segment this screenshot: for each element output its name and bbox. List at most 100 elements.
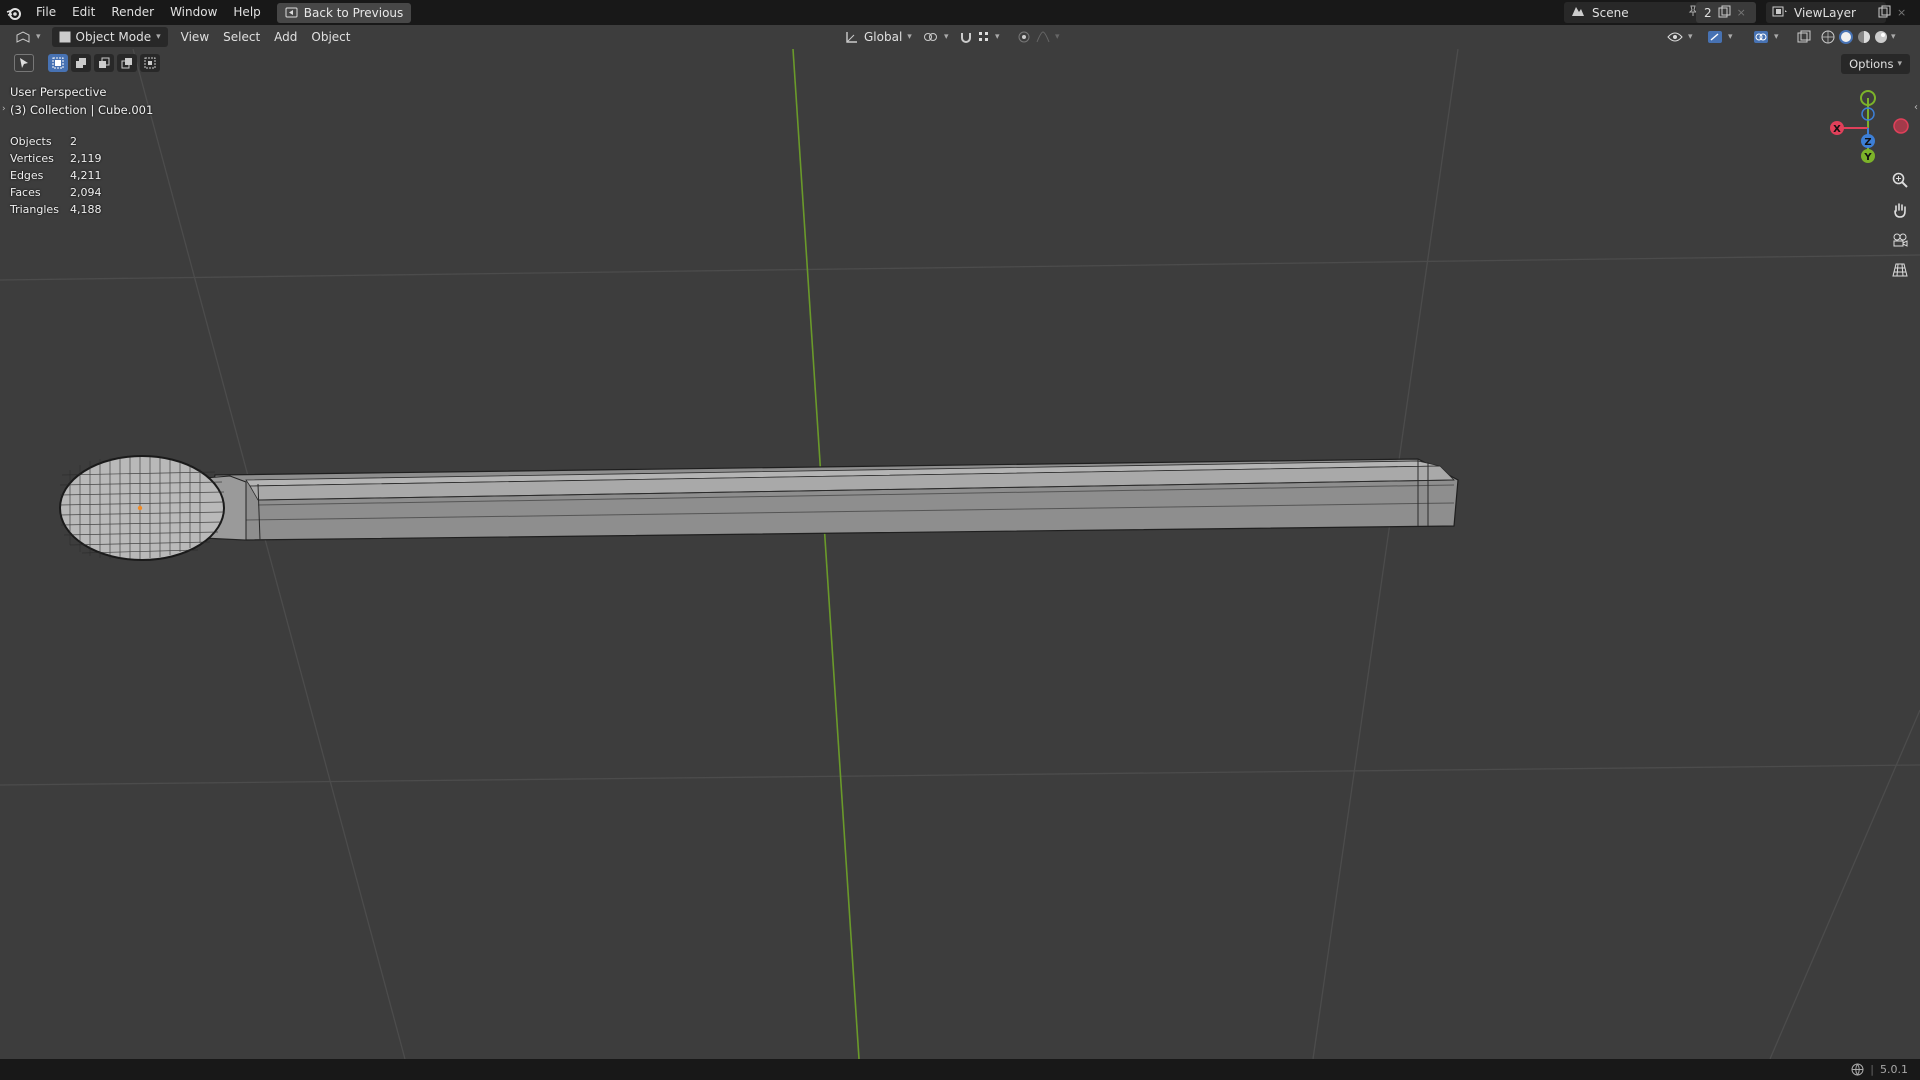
match-head-mesh[interactable]	[59, 455, 225, 561]
xray-icon	[1797, 30, 1811, 43]
proportional-edit-toggle[interactable]: ▾	[1010, 27, 1067, 47]
stat-label: Objects	[10, 135, 52, 148]
delete-view-layer-icon[interactable]: ×	[1897, 6, 1906, 19]
editor-type-icon	[16, 31, 30, 43]
new-view-layer-icon[interactable]	[1878, 5, 1891, 21]
view-layer-icon	[1772, 5, 1788, 21]
perspective-toggle-button[interactable]	[1888, 258, 1912, 282]
select-extend-icon	[76, 58, 86, 68]
stat-row: Vertices 2,119	[10, 150, 102, 167]
delete-scene-icon[interactable]: ×	[1737, 6, 1746, 19]
viewport-canvas[interactable]	[0, 49, 1920, 1059]
select-intersect-icon	[144, 57, 156, 69]
gizmo-x-negative[interactable]	[1893, 118, 1909, 134]
grid-icon	[1892, 263, 1908, 277]
select-mode-invert-button[interactable]	[117, 54, 137, 72]
stat-row: Triangles 4,188	[10, 201, 102, 218]
menu-add[interactable]: Add	[267, 27, 304, 47]
overlay-toggle[interactable]: ▾	[1746, 27, 1786, 47]
scene-users-count: 2	[1704, 5, 1712, 20]
material-shading-icon[interactable]	[1857, 30, 1871, 44]
select-subtract-icon	[99, 57, 110, 68]
scene-name: Scene	[1592, 5, 1629, 20]
menu-object[interactable]: Object	[304, 27, 357, 47]
menu-edit[interactable]: Edit	[64, 0, 103, 25]
shading-modes[interactable]: ▾	[1814, 27, 1903, 47]
sidebar-expand-icon[interactable]: ‹	[1914, 102, 1918, 113]
globe-icon	[1851, 1063, 1864, 1076]
render-shading-icon[interactable]	[1874, 30, 1888, 44]
select-mode-intersect-button[interactable]	[140, 54, 160, 72]
version-label: 5.0.1	[1880, 1063, 1908, 1076]
status-bar: | 5.0.1	[0, 1059, 1920, 1080]
pan-button[interactable]	[1888, 198, 1912, 222]
stat-value: 4,211	[70, 169, 102, 182]
select-mode-new-button[interactable]	[48, 54, 68, 72]
select-tool-button[interactable]	[14, 54, 34, 72]
match-stick-mesh[interactable]	[204, 458, 1459, 541]
stat-label: Triangles	[10, 203, 59, 216]
gizmo-x-label: X	[1833, 124, 1841, 135]
scene-statistics: Objects 2 Vertices 2,119 Edges 4,211 Faces 2…	[10, 133, 102, 218]
gizmo-toggle[interactable]: ▾	[1700, 27, 1740, 47]
stat-row: Edges 4,211	[10, 167, 102, 184]
editor-type-button[interactable]: ▾	[8, 27, 48, 47]
active-collection-label: (3) Collection | Cube.001	[10, 103, 154, 117]
visibility-dropdown[interactable]: ▾	[1660, 27, 1700, 47]
new-scene-icon[interactable]	[1718, 5, 1731, 21]
menu-view[interactable]: View	[174, 27, 216, 47]
scene-icon	[1570, 4, 1586, 21]
stat-label: Faces	[10, 186, 41, 199]
menu-window[interactable]: Window	[162, 0, 225, 25]
back-icon	[285, 7, 298, 18]
select-new-icon	[52, 57, 64, 69]
menu-render[interactable]: Render	[103, 0, 162, 25]
stat-value: 4,188	[70, 203, 102, 216]
snap-grid-icon	[979, 32, 988, 41]
viewport-header: ▾ Object Mode ▾ View Select Add Object G…	[0, 25, 1920, 49]
scene-selector[interactable]: Scene	[1564, 2, 1704, 23]
transform-orientation-dropdown[interactable]: Global ▾	[838, 27, 919, 47]
view-layer-selector[interactable]: ViewLayer	[1766, 2, 1886, 23]
falloff-icon	[1036, 31, 1050, 43]
visibility-icon	[1667, 32, 1683, 42]
3d-viewport[interactable]: User Perspective (3) Collection | Cube.0…	[0, 49, 1920, 1059]
stat-label: Vertices	[10, 152, 54, 165]
collapse-arrow-icon[interactable]: ›	[2, 104, 6, 114]
wireframe-shading-icon[interactable]	[1821, 30, 1835, 44]
stat-value: 2,094	[70, 186, 102, 199]
object-origin	[137, 505, 143, 511]
proportional-icon	[1018, 31, 1030, 43]
camera-view-button[interactable]	[1888, 228, 1912, 252]
top-bar: File Edit Render Window Help Back to Pre…	[0, 0, 1920, 25]
object-mode-icon	[59, 31, 71, 43]
stat-value: 2	[70, 135, 77, 148]
zoom-button[interactable]	[1888, 168, 1912, 192]
back-label: Back to Previous	[303, 5, 404, 20]
blender-logo-icon[interactable]	[0, 0, 28, 25]
orientation-label: Global	[864, 30, 903, 44]
back-to-previous-button[interactable]: Back to Previous	[276, 2, 412, 23]
solid-shading-icon[interactable]	[1838, 29, 1854, 45]
stat-row: Faces 2,094	[10, 184, 102, 201]
gizmo-z-label: Z	[1864, 137, 1871, 148]
zoom-icon	[1892, 172, 1908, 188]
y-axis-line	[792, 49, 860, 1059]
pivot-dropdown[interactable]: ▾	[916, 27, 956, 47]
snap-toggle[interactable]: ▾	[952, 27, 1007, 47]
view-layer-actions[interactable]: ×	[1878, 2, 1918, 23]
options-label: Options	[1849, 57, 1894, 71]
view-perspective-label: User Perspective	[10, 85, 107, 99]
navigation-gizmo[interactable]: X Z Y	[1824, 88, 1914, 168]
options-dropdown[interactable]: Options ▾	[1841, 54, 1910, 74]
menu-help[interactable]: Help	[225, 0, 268, 25]
stat-row: Objects 2	[10, 133, 102, 150]
object-mode-dropdown[interactable]: Object Mode ▾	[51, 27, 168, 47]
floor-grid	[0, 49, 1920, 1059]
object-mode-label: Object Mode	[75, 30, 152, 44]
select-mode-subtract-button[interactable]	[94, 54, 114, 72]
select-mode-extend-button[interactable]	[71, 54, 91, 72]
menu-select[interactable]: Select	[216, 27, 267, 47]
scene-users[interactable]: 2 ×	[1696, 2, 1756, 23]
menu-file[interactable]: File	[28, 0, 64, 25]
